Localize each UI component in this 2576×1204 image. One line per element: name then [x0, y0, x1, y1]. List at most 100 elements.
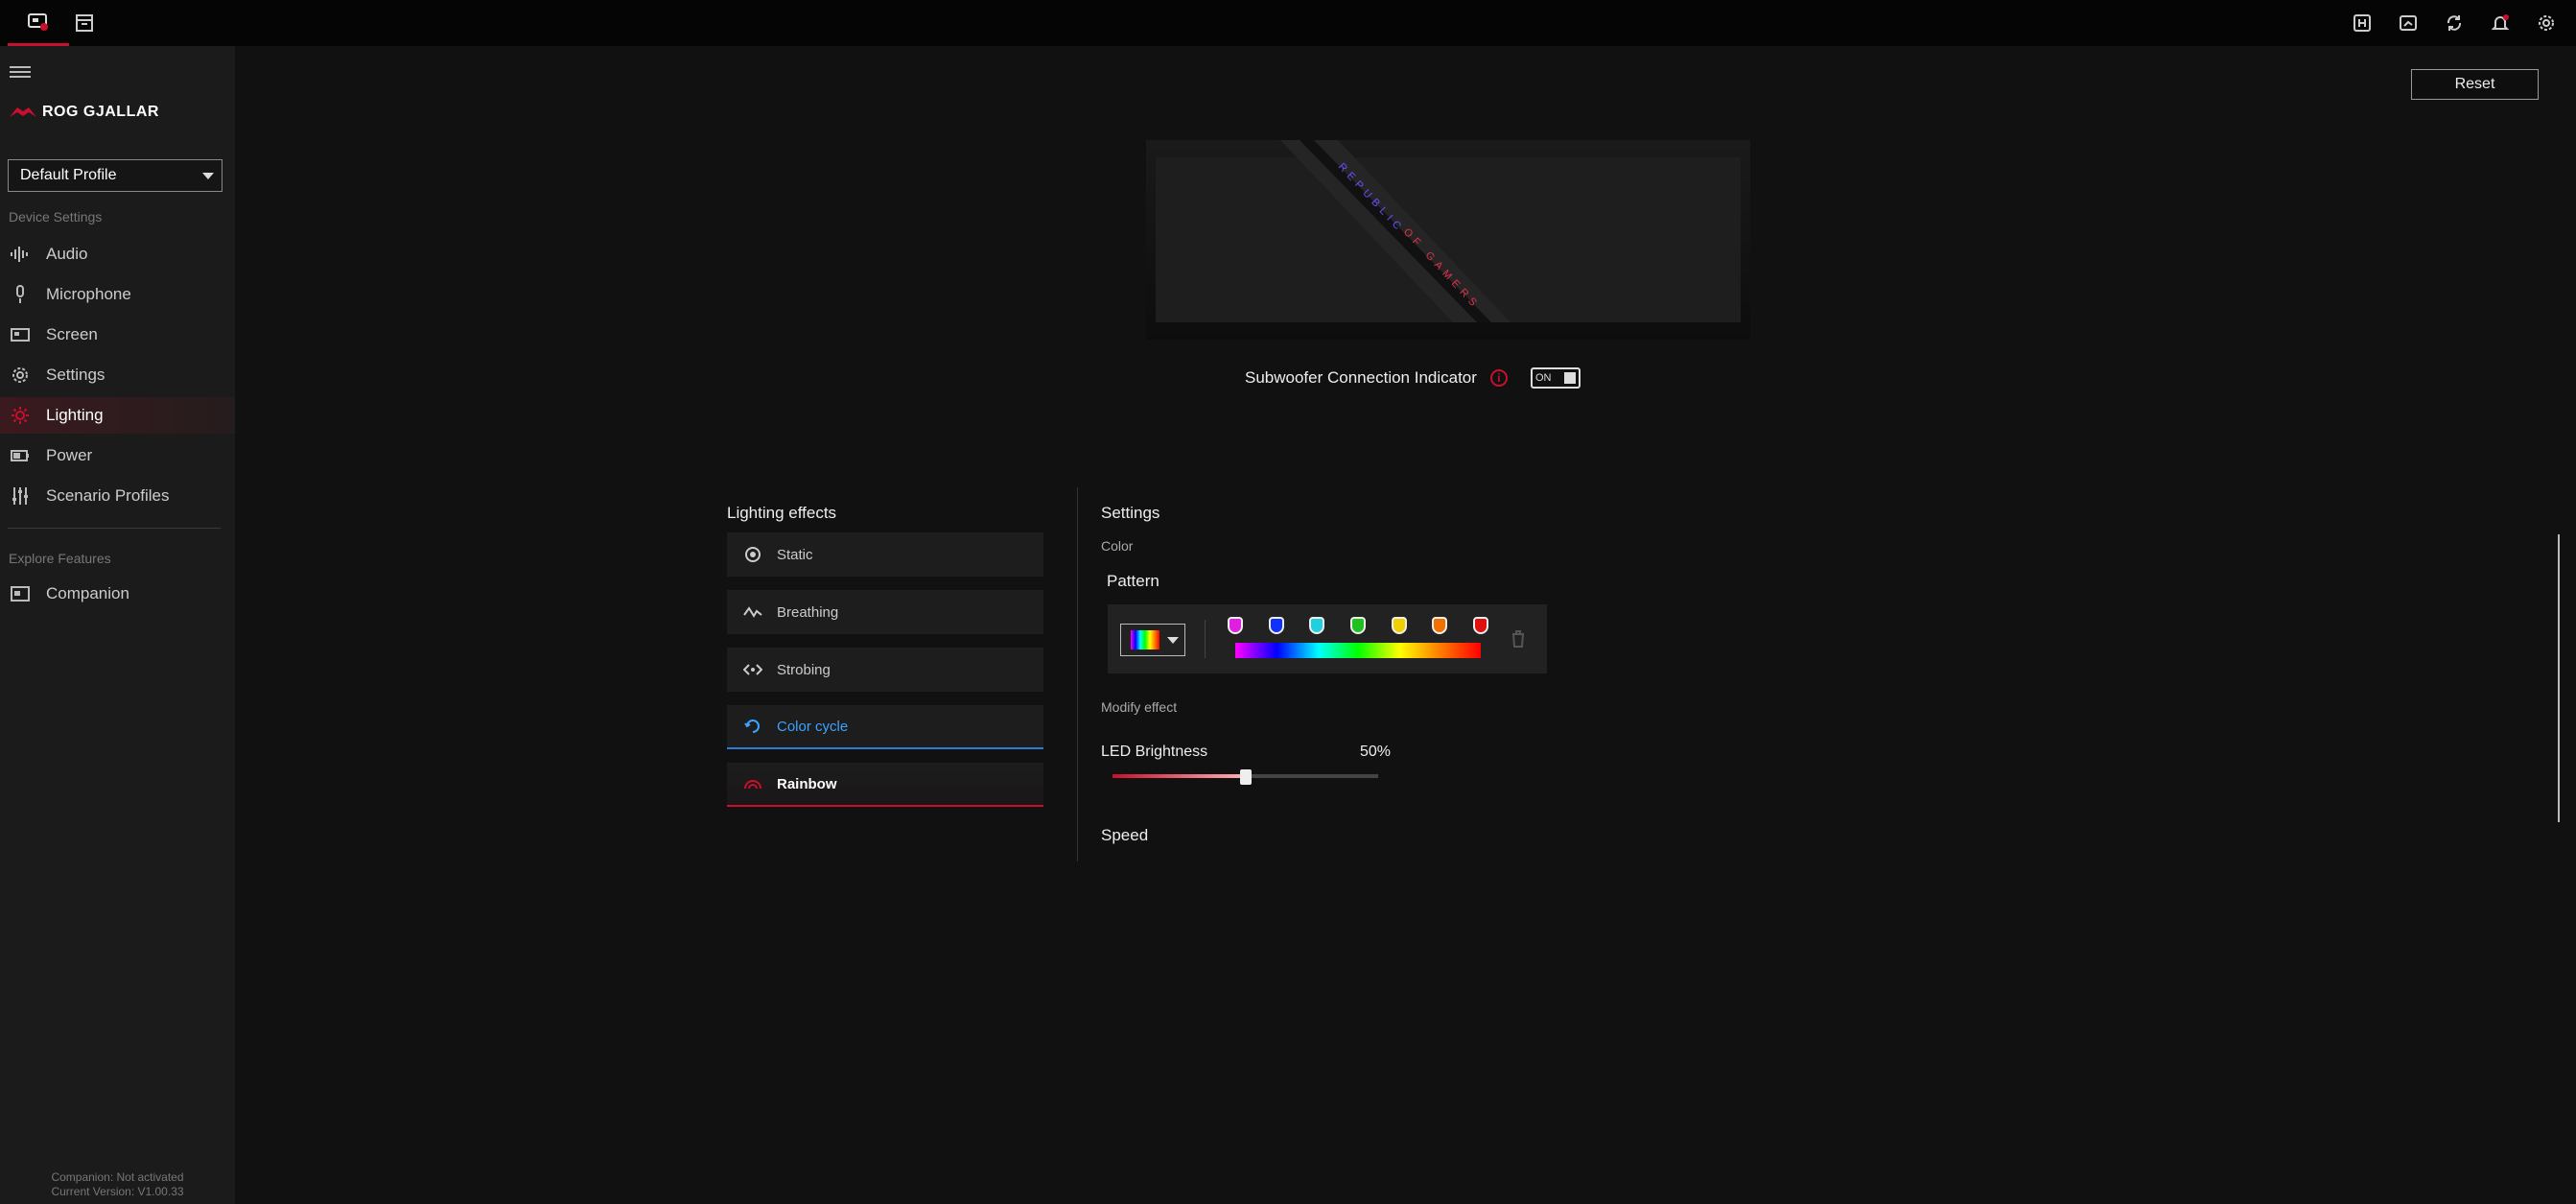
pattern-editor	[1108, 604, 1547, 673]
effect-label: Strobing	[777, 661, 831, 678]
device-brand: ROG GJALLAR	[10, 104, 159, 121]
hotkey-button[interactable]	[2348, 10, 2377, 36]
device-icon	[28, 12, 48, 31]
hamburger-menu-icon[interactable]	[10, 63, 31, 83]
profile-dropdown[interactable]: Default Profile	[8, 159, 222, 192]
info-icon[interactable]: i	[1489, 369, 1508, 387]
sliders-icon	[10, 485, 31, 507]
notification-icon	[2491, 14, 2510, 30]
speed-label: Speed	[1101, 826, 1149, 844]
store-icon	[76, 14, 93, 32]
store-tab[interactable]	[54, 0, 115, 46]
subwoofer-indicator-label: Subwoofer Connection Indicator	[1245, 368, 1477, 387]
scrollbar[interactable]	[2558, 534, 2560, 822]
strobing-icon	[742, 659, 763, 680]
panel-divider	[1077, 487, 1078, 862]
battery-icon	[10, 445, 31, 466]
device-settings-label: Device Settings	[9, 209, 103, 224]
audio-wave-icon	[10, 244, 31, 265]
sidebar-item-settings[interactable]: Settings	[0, 357, 235, 393]
color-label: Color	[1101, 538, 1134, 554]
screen-icon	[10, 324, 31, 345]
breathing-icon	[742, 602, 763, 623]
screenshot-icon	[2400, 15, 2417, 31]
settings-title: Settings	[1101, 504, 1160, 522]
pattern-color-stop[interactable]	[1228, 617, 1243, 634]
pattern-dropdown[interactable]	[1120, 624, 1185, 656]
effect-label: Static	[777, 546, 813, 563]
sidebar-item-label: Power	[46, 446, 93, 464]
sidebar-item-scenario-profiles[interactable]: Scenario Profiles	[0, 478, 235, 514]
pattern-color-stop[interactable]	[1268, 617, 1284, 634]
toggle-knob	[1563, 372, 1576, 384]
sidebar: ROG GJALLAR Default Profile Device Setti…	[0, 46, 235, 1204]
sidebar-item-label: Settings	[46, 366, 105, 384]
sidebar-item-label: Companion	[46, 584, 129, 602]
effect-label: Breathing	[777, 603, 839, 621]
sync-button[interactable]	[2440, 10, 2469, 36]
device-name: ROG GJALLAR	[42, 104, 159, 120]
sidebar-item-label: Audio	[46, 245, 88, 263]
gear-icon	[10, 365, 31, 386]
settings-button[interactable]	[2532, 10, 2561, 36]
sidebar-item-label: Lighting	[46, 406, 104, 424]
version-text: Current Version: V1.00.33	[51, 1185, 184, 1198]
lighting-effects-title: Lighting effects	[727, 504, 837, 522]
pattern-color-stop[interactable]	[1473, 617, 1488, 634]
sidebar-item-screen[interactable]: Screen	[0, 317, 235, 353]
sidebar-item-power[interactable]: Power	[0, 437, 235, 474]
toggle-state: ON	[1534, 372, 1552, 384]
effect-label: Rainbow	[777, 775, 837, 792]
pattern-color-stop[interactable]	[1309, 617, 1325, 634]
device-image: REPUBLIC OF GAMERS	[1146, 140, 1750, 340]
sidebar-item-companion[interactable]: Companion	[0, 576, 235, 612]
hotkey-icon	[2354, 14, 2371, 32]
subwoofer-indicator-toggle[interactable]: ON	[1530, 367, 1581, 389]
effect-label: Color cycle	[777, 718, 849, 735]
screenshot-button[interactable]	[2394, 10, 2423, 36]
top-bar	[0, 0, 2576, 46]
sync-icon	[2447, 15, 2462, 31]
lighting-icon	[10, 405, 31, 426]
effect-breathing[interactable]: Breathing	[727, 590, 1043, 634]
sidebar-item-microphone[interactable]: Microphone	[0, 276, 235, 313]
pattern-separator	[1205, 620, 1206, 658]
effect-strobing[interactable]: Strobing	[727, 648, 1043, 692]
profile-dropdown-value: Default Profile	[20, 167, 117, 183]
trash-icon[interactable]	[1510, 629, 1526, 649]
effect-rainbow[interactable]: Rainbow	[727, 763, 1043, 807]
pattern-color-stop[interactable]	[1391, 617, 1407, 634]
notification-button[interactable]	[2486, 10, 2515, 36]
sidebar-item-audio[interactable]: Audio	[0, 236, 235, 272]
slider-thumb[interactable]	[1239, 769, 1252, 785]
companion-icon	[10, 583, 31, 604]
reset-button[interactable]: Reset	[2411, 69, 2539, 100]
chevron-down-icon	[1167, 636, 1179, 644]
color-cycle-icon	[742, 716, 763, 737]
pattern-color-stop[interactable]	[1432, 617, 1448, 634]
pattern-color-stop[interactable]	[1350, 617, 1366, 634]
effect-static[interactable]: Static	[727, 532, 1043, 577]
led-brightness-slider[interactable]	[1112, 769, 1378, 785]
companion-status: Companion: Not activated	[51, 1170, 184, 1184]
settings-icon	[2539, 15, 2554, 31]
sidebar-item-label: Screen	[46, 325, 98, 343]
pattern-gradient-bar[interactable]	[1235, 643, 1481, 658]
sidebar-item-label: Microphone	[46, 285, 131, 303]
rainbow-icon	[742, 773, 763, 794]
pattern-label: Pattern	[1107, 572, 1159, 590]
sidebar-item-label: Scenario Profiles	[46, 486, 170, 505]
modify-effect-label: Modify effect	[1101, 699, 1178, 715]
microphone-icon	[10, 284, 31, 305]
explore-features-label: Explore Features	[9, 551, 111, 566]
sidebar-item-lighting[interactable]: Lighting	[0, 397, 235, 434]
rog-logo-icon	[10, 107, 36, 117]
pattern-swatch	[1131, 630, 1159, 649]
effect-color-cycle[interactable]: Color cycle	[727, 705, 1043, 749]
slider-fill	[1112, 774, 1246, 778]
led-brightness-label: LED Brightness	[1101, 744, 1208, 760]
static-icon	[742, 544, 763, 565]
sidebar-divider	[8, 528, 221, 529]
chevron-down-icon	[202, 173, 214, 179]
led-brightness-value: 50%	[1360, 744, 1392, 760]
